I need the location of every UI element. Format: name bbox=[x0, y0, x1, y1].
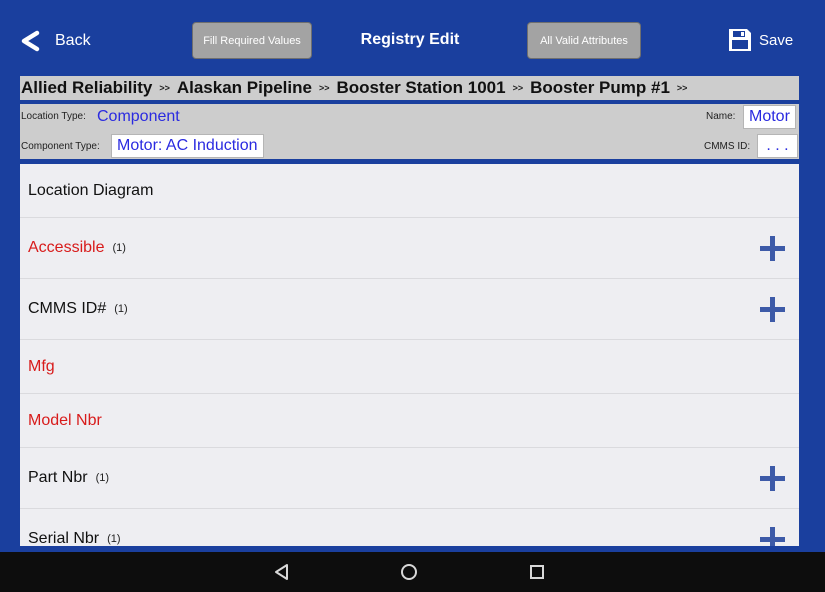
add-value-plus-icon[interactable] bbox=[760, 465, 785, 491]
breadcrumb-separator: >> bbox=[159, 83, 170, 93]
circle-home-icon[interactable] bbox=[399, 562, 419, 582]
location-type-value: Component bbox=[97, 108, 180, 125]
breadcrumb-item[interactable]: Allied Reliability bbox=[21, 78, 152, 98]
save-button[interactable]: Save bbox=[728, 28, 793, 52]
name-label: Name: bbox=[706, 111, 736, 122]
attribute-row-part-nbr[interactable]: Part Nbr (1) bbox=[20, 448, 799, 509]
attribute-label: Serial Nbr bbox=[28, 530, 100, 546]
location-info-panel: Location Type: Component Component Type:… bbox=[20, 104, 799, 159]
add-value-plus-icon[interactable] bbox=[760, 526, 785, 546]
attribute-label: CMMS ID# bbox=[28, 300, 107, 317]
attribute-count: (1) bbox=[95, 472, 110, 484]
attribute-row-location-diagram[interactable]: Location Diagram bbox=[20, 164, 799, 218]
floppy-disk-icon bbox=[729, 29, 751, 51]
back-arrow-icon bbox=[21, 30, 40, 52]
fill-required-values-button[interactable]: Fill Required Values bbox=[192, 22, 312, 59]
back-button[interactable]: Back bbox=[20, 28, 91, 54]
attribute-row-cmms-id[interactable]: CMMS ID# (1) bbox=[20, 279, 799, 340]
add-value-plus-icon[interactable] bbox=[760, 235, 785, 261]
cmms-id-label: CMMS ID: bbox=[704, 141, 751, 152]
add-value-plus-icon[interactable] bbox=[760, 296, 785, 322]
back-label: Back bbox=[55, 32, 91, 49]
attribute-row-accessible[interactable]: Accessible (1) bbox=[20, 218, 799, 279]
square-recents-icon[interactable] bbox=[527, 562, 547, 582]
breadcrumb-item[interactable]: Alaskan Pipeline bbox=[177, 78, 312, 98]
attribute-label: Model Nbr bbox=[28, 411, 102, 429]
all-valid-attributes-button[interactable]: All Valid Attributes bbox=[527, 22, 641, 59]
breadcrumb-item[interactable]: Booster Station 1001 bbox=[336, 78, 505, 98]
location-type-label: Location Type: bbox=[21, 111, 86, 122]
breadcrumb-separator: >> bbox=[676, 83, 688, 93]
breadcrumb-item[interactable]: Booster Pump #1 bbox=[530, 78, 670, 98]
attribute-row-mfg[interactable]: Mfg bbox=[20, 340, 799, 394]
cmms-id-field[interactable]: . . . bbox=[757, 134, 798, 158]
triangle-back-icon[interactable] bbox=[272, 562, 292, 582]
attribute-label: Location Diagram bbox=[28, 181, 154, 199]
attribute-row-model-nbr[interactable]: Model Nbr bbox=[20, 394, 799, 448]
breadcrumb-separator: >> bbox=[318, 83, 330, 93]
system-navigation-bar bbox=[0, 552, 825, 592]
top-app-bar: Back Fill Required Values Registry Edit … bbox=[0, 0, 825, 76]
component-type-label: Component Type: bbox=[21, 141, 100, 152]
breadcrumb: Allied Reliability >> Alaskan Pipeline >… bbox=[20, 76, 799, 100]
attribute-label: Part Nbr bbox=[28, 469, 88, 486]
page-title: Registry Edit bbox=[360, 31, 460, 48]
attribute-count: (1) bbox=[114, 303, 128, 315]
attribute-row-serial-nbr[interactable]: Serial Nbr (1) bbox=[20, 509, 799, 546]
save-label: Save bbox=[759, 31, 794, 49]
attribute-list: Location Diagram Accessible (1) CMMS ID#… bbox=[20, 164, 799, 546]
attribute-label: Mfg bbox=[28, 357, 55, 375]
breadcrumb-separator: >> bbox=[512, 83, 524, 93]
component-type-field[interactable]: Motor: AC Induction bbox=[111, 134, 264, 158]
name-field[interactable]: Motor bbox=[743, 105, 796, 129]
attribute-label: Accessible bbox=[28, 239, 105, 256]
attribute-count: (1) bbox=[112, 242, 126, 254]
attribute-count: (1) bbox=[107, 533, 121, 545]
